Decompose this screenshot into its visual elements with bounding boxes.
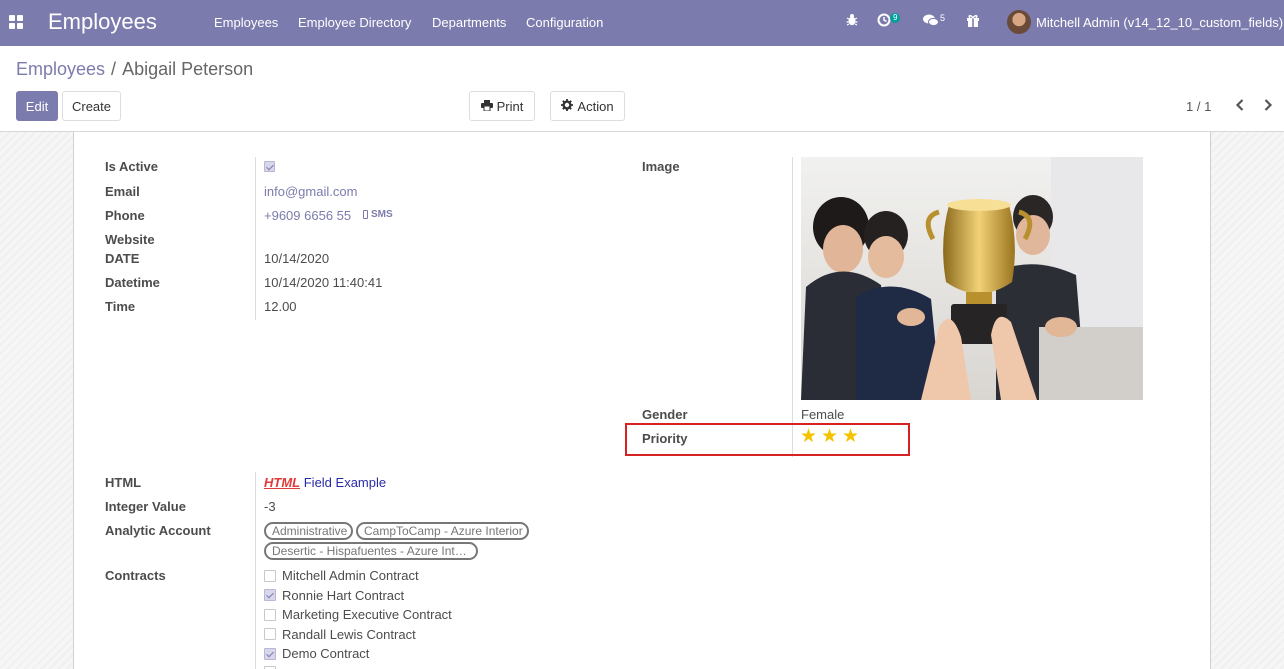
gender-value: Female — [801, 407, 845, 422]
datetime-value: 10/14/2020 11:40:41 — [264, 275, 383, 290]
integer-value: -3 — [264, 499, 276, 514]
gear-icon — [561, 98, 574, 114]
menu-employees[interactable]: Employees — [214, 15, 278, 30]
date-value: 10/14/2020 — [264, 251, 330, 266]
gift-icon[interactable] — [966, 13, 980, 30]
integer-label: Integer Value — [105, 499, 186, 514]
action-button-label: Action — [577, 98, 614, 114]
contract-name: Ronnie Hart Contract — [282, 588, 405, 603]
contract-checkbox[interactable] — [264, 648, 276, 660]
app-brand[interactable]: Employees — [48, 9, 157, 35]
time-value: 12.00 — [264, 299, 297, 314]
pager-next-icon[interactable] — [1263, 98, 1273, 117]
analytic-tag[interactable]: CampToCamp - Azure Interior — [356, 522, 529, 540]
edit-button-label: Edit — [25, 98, 49, 114]
breadcrumb-separator: / — [111, 59, 117, 79]
right-group-divider — [792, 157, 793, 457]
datetime-label: Datetime — [105, 275, 160, 290]
priority-highlight-box — [625, 423, 910, 456]
email-label: Email — [105, 184, 140, 199]
contract-checkbox[interactable] — [264, 609, 276, 621]
activity-clock-icon[interactable] — [877, 13, 891, 30]
print-button[interactable]: Print — [469, 91, 535, 121]
image-label: Image — [642, 159, 680, 174]
analytic-tag[interactable]: Desertic - Hispafuentes - Azure Int… — [264, 542, 478, 560]
top-navbar: Employees Employees Employee Directory D… — [0, 0, 1284, 46]
phone-value[interactable]: +9609 6656 55 — [264, 208, 351, 223]
email-value[interactable]: info@gmail.com — [264, 184, 357, 199]
contract-name: Mitchell Admin Contract — [282, 568, 419, 583]
sms-link[interactable]: SMS — [371, 209, 393, 220]
menu-departments[interactable]: Departments — [432, 15, 506, 30]
contracts-label: Contracts — [105, 568, 166, 583]
gender-label: Gender — [642, 407, 688, 422]
create-button-label: Create — [71, 98, 112, 114]
apps-menu-icon[interactable] — [9, 15, 23, 29]
edit-button[interactable]: Edit — [16, 91, 58, 121]
contract-name: Marketing Executive Contract — [282, 607, 452, 622]
analytic-account-label: Analytic Account — [105, 523, 211, 538]
message-count-badge: 5 — [940, 13, 946, 23]
website-label: Website — [105, 232, 155, 247]
time-label: Time — [105, 299, 136, 314]
contract-checkbox[interactable] — [264, 628, 276, 640]
breadcrumb-current: Abigail Peterson — [122, 59, 254, 79]
contract-checkbox[interactable] — [264, 570, 276, 582]
menu-employee-directory[interactable]: Employee Directory — [298, 15, 411, 30]
date-label: DATE — [105, 251, 140, 266]
html-value-emphasis: HTML — [264, 475, 301, 490]
activity-count-badge: 9 — [890, 13, 901, 23]
pager-value[interactable]: 1 / 1 — [1186, 99, 1211, 114]
print-icon — [480, 99, 493, 114]
is-active-label: Is Active — [105, 159, 158, 174]
html-value: HTML Field Example — [264, 475, 386, 490]
contract-checkbox[interactable] — [264, 589, 276, 601]
user-avatar[interactable] — [1007, 10, 1031, 34]
analytic-tag[interactable]: Administrative — [264, 522, 353, 540]
html-label: HTML — [105, 475, 142, 490]
pager-previous-icon[interactable] — [1235, 98, 1245, 117]
contract-name: Demo Contract — [282, 646, 370, 661]
employee-photo[interactable] — [801, 157, 1143, 400]
menu-configuration[interactable]: Configuration — [526, 15, 603, 30]
user-menu[interactable]: Mitchell Admin (v14_12_10_custom_fields) — [1036, 15, 1283, 30]
contract-name: Randall Lewis Contract — [282, 627, 416, 642]
breadcrumb: Employees / Abigail Peterson — [16, 59, 253, 80]
create-button[interactable]: Create — [62, 91, 121, 121]
phone-label: Phone — [105, 208, 145, 223]
debug-bug-icon[interactable] — [846, 13, 858, 29]
breadcrumb-employees[interactable]: Employees — [16, 59, 105, 79]
bottom-group-divider — [255, 472, 256, 669]
print-button-label: Print — [496, 98, 524, 114]
action-button[interactable]: Action — [550, 91, 625, 121]
mobile-phone-icon — [363, 210, 368, 219]
left-group-divider — [255, 157, 256, 320]
is-active-checkbox — [264, 161, 275, 172]
html-value-text: Field Example — [303, 475, 387, 490]
